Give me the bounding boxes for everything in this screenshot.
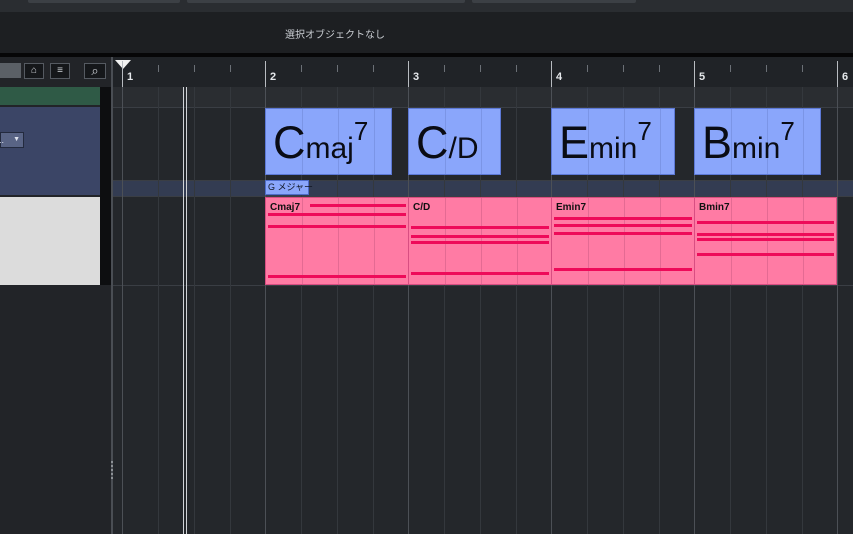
midi-part-name: Bmin7 [699,202,730,213]
midi-note [411,241,549,244]
midi-note [310,204,406,207]
midi-note [697,253,834,256]
track-list-toolbar: ⌂ ≡ ⌕ [0,61,112,81]
selection-status-text: 選択オブジェクトなし [285,30,385,41]
midi-note [554,268,692,271]
chord-track-dropdown[interactable]: .. ▼ [0,132,24,148]
track-header-chord[interactable]: .. ▼ [0,107,100,195]
toolbar-button-2[interactable] [187,0,465,3]
top-toolbar-strip [0,0,853,12]
midi-note [697,221,834,224]
midi-note [268,225,406,228]
scale-lane [113,181,853,196]
midi-part-name: Cmaj7 [270,202,301,213]
dropdown-value: .. [0,135,5,145]
midi-note [697,238,834,241]
chord-event[interactable]: Bmin7 [694,108,821,175]
track-list-panel: ⌂ ≡ ⌕ .. ▼ [0,57,112,534]
midi-note [411,235,549,238]
folder-lane [113,87,853,107]
home-icon[interactable]: ⌂ [24,63,44,79]
project-cursor-handle[interactable] [115,60,131,69]
midi-part[interactable]: Cmaj7 [265,197,409,285]
ruler-bar-number: 6 [842,71,849,83]
midi-note [411,226,549,229]
chord-event[interactable]: Cmaj7 [265,108,392,175]
scale-event[interactable]: G メジャー [265,180,313,195]
track-filter-field[interactable] [0,63,21,78]
chevron-down-icon: ▼ [13,136,20,143]
chord-event[interactable]: Emin7 [551,108,675,175]
midi-note [554,232,692,235]
toolbar-button-3[interactable] [472,0,636,3]
ruler[interactable]: 1 2 3 4 5 6 [113,57,853,87]
toolbar-button-1[interactable] [28,0,180,3]
midi-part-name: Emin7 [556,202,587,213]
midi-note [697,233,834,236]
chord-symbol: C/D [416,117,479,168]
midi-note [268,275,406,278]
midi-part[interactable]: Bmin7 [694,197,837,285]
arrangement-area[interactable]: Cmaj7 C/D Emin7 Bmin7 G メジャー Cmaj7 C/D E… [113,87,853,534]
chord-symbol: Cmaj7 [273,116,369,168]
ruler-bar-number: 4 [556,71,563,83]
ruler-bar-number: 5 [699,71,706,83]
ruler-bar-number: 2 [270,71,277,83]
ruler-bar-number: 3 [413,71,420,83]
midi-note [268,213,406,216]
chord-symbol: Bmin7 [702,116,795,168]
midi-note [554,217,692,220]
project-cursor-line [183,87,184,534]
midi-note [411,272,549,275]
midi-part[interactable]: Emin7 [551,197,695,285]
ruler-bar-number: 1 [127,71,134,83]
list-icon[interactable]: ≡ [50,63,70,79]
info-line: 選択オブジェクトなし [0,12,853,53]
track-header-instrument[interactable] [0,197,100,285]
midi-part[interactable]: C/D [408,197,552,285]
project-cursor-line [186,87,187,534]
track-header-folder[interactable] [0,87,100,105]
midi-part-name: C/D [413,202,431,213]
chord-symbol: Emin7 [559,116,652,168]
track-header-edge [100,87,111,285]
chord-event[interactable]: C/D [408,108,501,175]
midi-note [554,224,692,227]
search-icon[interactable]: ⌕ [84,63,106,79]
